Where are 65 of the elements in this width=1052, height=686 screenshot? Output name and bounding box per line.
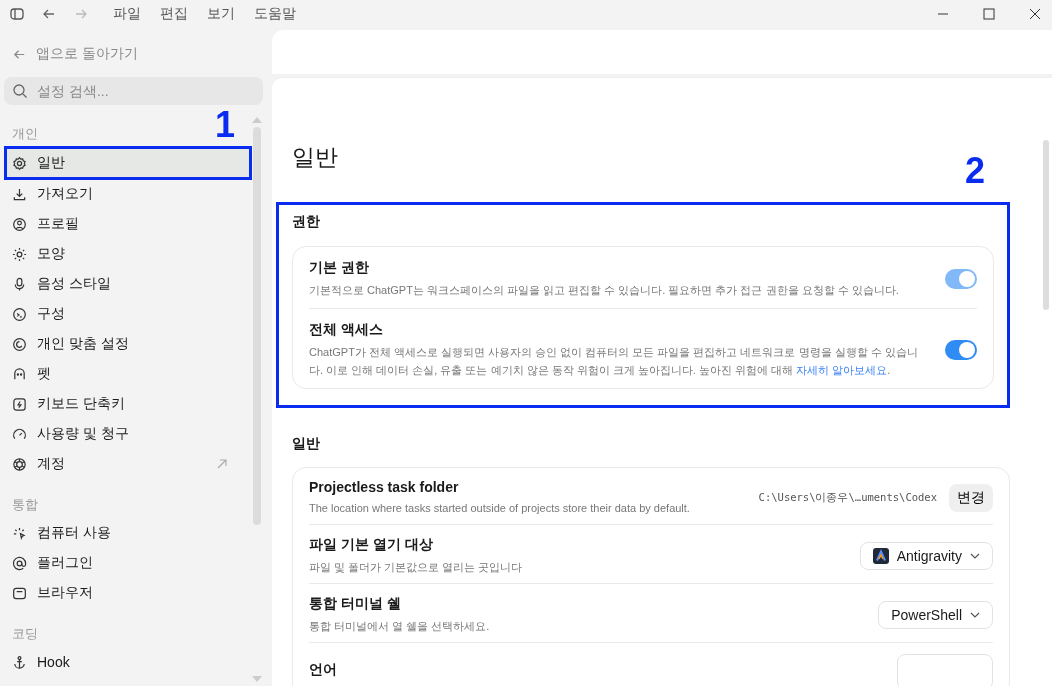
sidebar-item[interactable]: 컴퓨터 사용 — [4, 518, 248, 548]
setting-title: 통합 터미널 쉘 — [309, 595, 402, 613]
close-icon[interactable] — [1029, 8, 1041, 20]
setting-description: 기본적으로 ChatGPT는 워크스페이스의 파일을 읽고 편집할 수 있습니다. 필요하면 추가 접근 권한을 요청할 수 있습니다. — [309, 283, 900, 298]
mic-icon — [12, 276, 27, 292]
scroll-up-icon[interactable] — [252, 117, 262, 123]
section-heading: 권한 — [292, 213, 321, 231]
sidebar-item[interactable]: 브라우저 — [4, 578, 248, 608]
sun-icon — [12, 246, 27, 262]
sidebar-item[interactable]: 가져오기 — [4, 179, 248, 209]
setting-title: Projectless task folder — [309, 479, 460, 495]
sidebar-item[interactable]: 개인 맞춤 설정 — [4, 329, 248, 359]
anchor-icon — [12, 654, 27, 670]
sidebar-item[interactable]: 키보드 단축키 — [4, 389, 248, 419]
maximize-icon[interactable] — [983, 8, 995, 20]
change-button[interactable]: 변경 — [949, 484, 993, 512]
section-heading: 통합 — [11, 496, 39, 514]
sidebar-item[interactable]: 음성 스타일 — [4, 269, 248, 299]
dropdown[interactable]: PowerShell — [878, 601, 993, 629]
sidebar-item[interactable]: 계정 — [4, 449, 248, 479]
profile-icon — [12, 216, 27, 232]
at-icon — [12, 555, 27, 571]
sidebar-item[interactable]: 프로필 — [4, 209, 248, 239]
sidebar-toggle-icon[interactable] — [9, 6, 25, 22]
sparkle-icon — [12, 525, 27, 541]
chevron-down-icon — [970, 612, 980, 618]
annotation-label: 1 — [214, 107, 235, 143]
setting-description: The location where tasks started outside of projects store their data by default. — [309, 501, 691, 516]
dropdown[interactable] — [897, 654, 993, 686]
section-heading: 개인 — [11, 125, 39, 143]
setting-description: ChatGPT가 전체 액세스로 실행되면 사용자의 승인 없이 컴퓨터의 모든 파일을 편집하고 네트워크로 명령을 실행할 수 있습니다. 이로 인해 데이터 손실, 유출 또는 예기치 않은 동작 위험이 크게 높아집니다. 높아진 위험에 대해 자세히 알아보세요. — [309, 345, 919, 378]
sidebar-item[interactable]: 플러그인 — [4, 548, 248, 578]
setting-title: 언어 — [309, 661, 338, 679]
setting-description: 통합 터미널에서 열 쉘을 선택하세요. — [309, 619, 491, 634]
section-heading: 일반 — [292, 435, 321, 453]
sidebar-item[interactable]: Hook — [4, 647, 248, 677]
sidebar-item[interactable]: 모양 — [4, 239, 248, 269]
menu-item[interactable]: 도움말 — [254, 5, 296, 23]
menu-item[interactable]: 편집 — [160, 5, 188, 23]
download-icon — [12, 186, 27, 202]
keyboard-icon — [12, 396, 27, 412]
sidebar-item[interactable]: 펫 — [4, 359, 248, 389]
section-heading: 코딩 — [11, 625, 39, 643]
dropdown[interactable]: Antigravity — [859, 542, 993, 570]
search-icon — [12, 83, 28, 99]
folder-path: C:\Users\이종우\…uments\Codex — [758, 491, 937, 505]
setting-title: 전체 액세스 — [309, 321, 384, 339]
setting-title: 파일 기본 열기 대상 — [309, 536, 434, 554]
toggle-switch[interactable] — [945, 340, 977, 360]
sidebar-item[interactable]: 일반 — [7, 149, 249, 177]
gear-icon — [12, 155, 27, 171]
sidebar-item[interactable]: 구성 — [4, 299, 248, 329]
gauge-icon — [12, 426, 27, 442]
chevron-down-icon — [970, 553, 980, 559]
scroll-down-icon[interactable] — [252, 676, 262, 682]
browser-icon — [12, 585, 27, 601]
setting-description: 파일 및 폴더가 기본값으로 열리는 곳입니다 — [309, 560, 524, 575]
search-field[interactable]: 설정 검색... — [4, 77, 263, 105]
setting-title: 기본 권한 — [309, 259, 370, 277]
menu-item[interactable]: 파일 — [113, 5, 141, 23]
menu-item[interactable]: 보기 — [207, 5, 235, 23]
annotation-label: 2 — [964, 153, 985, 189]
learn-more-link[interactable]: 자세히 알아보세요 — [796, 364, 888, 376]
sidebar-item[interactable]: 사용량 및 청구 — [4, 419, 248, 449]
page-title: 일반 — [292, 143, 338, 172]
